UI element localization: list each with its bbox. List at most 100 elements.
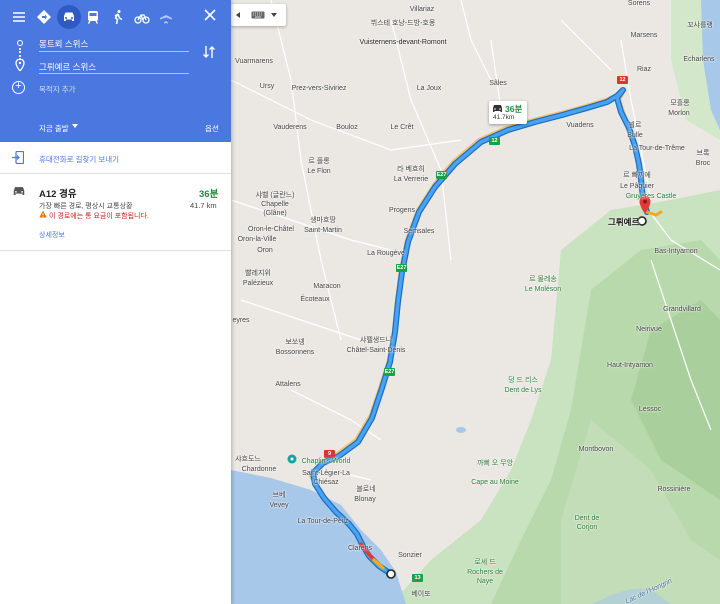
divider <box>0 250 231 251</box>
origin-marker-icon[interactable] <box>386 569 396 579</box>
map-label: Rochers de Naye <box>467 569 503 585</box>
map-label: 모흘롱 <box>670 100 690 107</box>
map-label: Le Pâquier <box>620 183 654 190</box>
destination-label[interactable]: 그뤼예르 <box>608 218 639 227</box>
map-label: Vauderens <box>273 124 307 131</box>
swap-icon[interactable] <box>202 44 216 60</box>
map-label: 생마흐땅 <box>310 217 336 224</box>
map-label: 보쏘넹 <box>285 339 305 346</box>
diamond-route-icon[interactable] <box>33 6 55 28</box>
map-label: 뷜르 <box>628 122 642 129</box>
map-label: 덩 드 리스 <box>508 377 538 384</box>
highway-shield: 9 <box>324 450 335 458</box>
directions-header: 몽트뢰 스위스 그뤼예르 스위스 + 목적지 추가 지금 출발 옵션 <box>0 0 231 142</box>
destination-input[interactable]: 그뤼예르 스위스 <box>39 61 96 73</box>
map-toolbar <box>231 4 286 26</box>
plane-icon[interactable] <box>155 6 177 28</box>
details-link[interactable]: 상세정보 <box>39 230 65 240</box>
route-callout[interactable]: 36분 41.7km <box>489 101 527 124</box>
attraction-pin-icon[interactable] <box>287 454 297 464</box>
map-label: Echarlens <box>683 56 715 63</box>
map-label: Vuarmarens <box>235 58 273 65</box>
map-label: 샤흐도느 <box>235 456 261 463</box>
map-label: Vuisternens-devant-Romont <box>359 39 447 46</box>
send-to-phone-link[interactable]: 휴대전화로 길찾기 보내기 <box>39 154 119 165</box>
collapse-panel-icon[interactable] <box>233 9 243 21</box>
map-label: Morlon <box>668 110 690 117</box>
add-destination-icon[interactable]: + <box>12 81 25 94</box>
map-label: Neirivue <box>636 326 662 333</box>
car-icon[interactable] <box>57 5 81 29</box>
highway-shield: 13 <box>412 574 423 582</box>
map-label: Saint-Légier-La Chiésaz <box>302 470 350 486</box>
walk-icon[interactable] <box>107 6 129 28</box>
map-canvas[interactable]: 12 12 E27 E27 E27 9 13 Villariaz 뷔스테 호낭-… <box>231 0 720 604</box>
menu-icon[interactable] <box>8 6 30 28</box>
map-label: Châtel-Saint-Denis <box>346 347 406 354</box>
map-label: Prez-vers-Siviriez <box>291 85 347 92</box>
map-label: Montbovon <box>578 446 614 453</box>
map-label: La Tour-de-Peilz <box>297 518 349 525</box>
chevron-down-icon[interactable] <box>271 13 277 17</box>
close-icon[interactable] <box>201 6 219 24</box>
map-label: Lessoc <box>638 406 662 413</box>
map-label: Oron <box>257 247 273 254</box>
map-label: Blonay <box>354 496 376 503</box>
map-label: Vevey <box>269 502 289 509</box>
send-to-phone-row[interactable]: 휴대전화로 길찾기 보내기 <box>0 142 231 174</box>
map-label: eyres <box>232 317 250 324</box>
map-label: Maracon <box>313 283 341 290</box>
route-duration: 36분 <box>199 189 219 200</box>
map-label: 로셰 드 <box>474 559 496 566</box>
highway-shield: 12 <box>617 76 628 84</box>
map-label: 베이또 <box>411 591 431 598</box>
map-label: Semsales <box>403 228 435 235</box>
map-label: 브베 <box>272 492 286 499</box>
map-label: 샤벨 (글란느) <box>255 192 295 199</box>
map-label: 르 몰레송 <box>529 276 557 283</box>
map-label: Sâles <box>489 80 507 87</box>
map-label: Bossonnens <box>275 349 315 356</box>
map-label: Palézieux <box>242 280 274 287</box>
map-label: Dent de Lys <box>504 387 542 394</box>
map-label: Sonzier <box>398 552 422 559</box>
map-label: Écoteaux <box>300 296 330 303</box>
map-label: Haut-Intyamon <box>607 362 653 369</box>
map-label: 브록 <box>696 150 710 157</box>
map-label: Marsens <box>630 32 658 39</box>
travel-mode-row <box>0 5 231 29</box>
map-label: Le Moléson <box>524 286 562 293</box>
car-icon <box>493 105 502 112</box>
map-label: Chapelle (Glâne) <box>261 201 289 217</box>
map-label: Chaplin's World <box>301 458 351 465</box>
map-label: Bouloz <box>336 124 358 131</box>
depart-time-select[interactable]: 지금 출발 <box>39 123 69 134</box>
origin-dot-icon <box>17 40 23 46</box>
highway-shield: E27 <box>436 171 447 179</box>
add-destination-button[interactable]: 목적지 추가 <box>39 84 76 95</box>
map-label: 샤뗄생드니 <box>359 337 393 344</box>
origin-input[interactable]: 몽트뢰 스위스 <box>39 38 88 50</box>
map-label: Sorens <box>627 0 651 7</box>
callout-distance: 41.7km <box>493 114 515 121</box>
map-label: 까뻐 오 무앙 <box>476 460 514 467</box>
chevron-down-icon[interactable] <box>72 124 78 128</box>
map-label: Oron-le-Châtel <box>248 226 294 233</box>
map-label: 르 빠끼에 <box>623 172 651 179</box>
map-label: La Tour-de-Trême <box>629 145 685 152</box>
highway-shield: 12 <box>489 137 500 145</box>
route-description: 가장 빠른 경로, 평상시 교통상황 <box>39 203 133 210</box>
train-icon[interactable] <box>82 6 104 28</box>
send-to-phone-icon <box>12 151 24 164</box>
map-label: Vuadens <box>566 122 594 129</box>
map-label: 빨레지위 <box>245 270 271 277</box>
map-label: Saint-Martin <box>304 227 342 234</box>
map-label: Oron-la-Ville <box>237 236 277 243</box>
keyboard-icon[interactable] <box>251 11 265 19</box>
map-label: Cape au Moine <box>471 479 519 486</box>
map-label: Ursy <box>259 83 275 90</box>
bicycle-icon[interactable] <box>131 6 153 28</box>
map-label: 뷔스테 호낭-드방-호몽 <box>370 20 436 27</box>
options-button[interactable]: 옵션 <box>205 123 219 134</box>
map-label: La Joux <box>416 85 442 92</box>
